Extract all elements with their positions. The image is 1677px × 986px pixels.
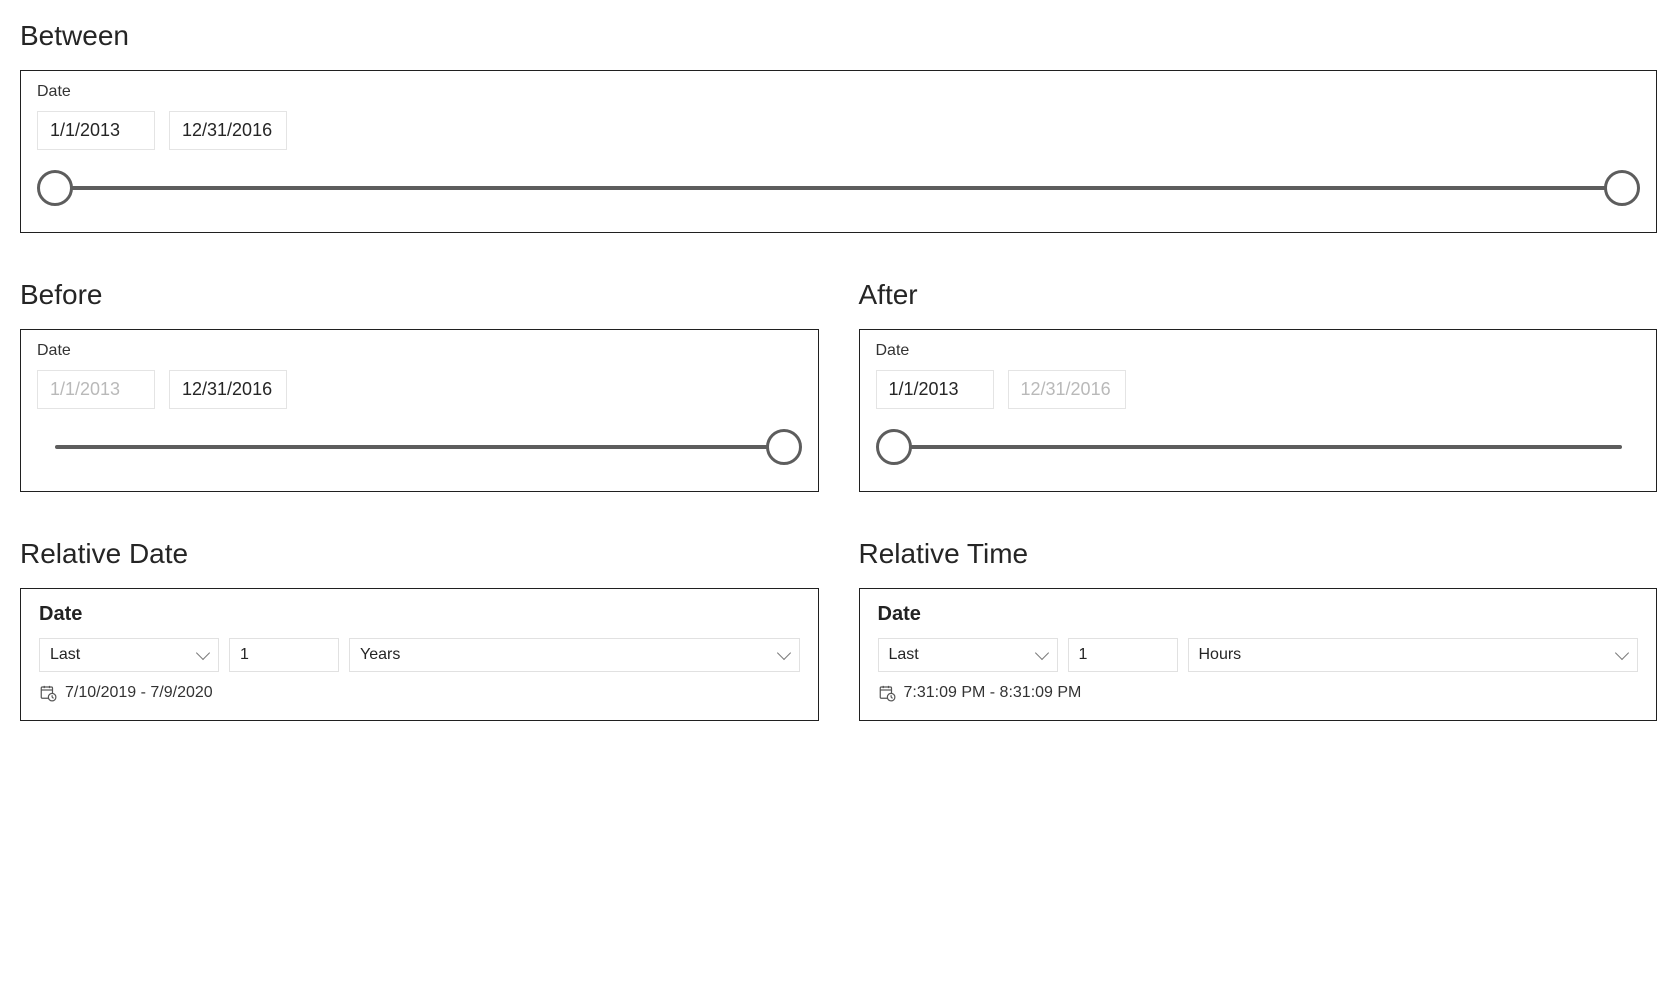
relative-date-range-text: 7/10/2019 - 7/9/2020	[65, 684, 213, 702]
between-date-inputs: 1/1/2013 12/31/2016	[37, 111, 1640, 150]
relative-date-field-label: Date	[39, 603, 800, 626]
between-end-input[interactable]: 12/31/2016	[169, 111, 287, 150]
after-end-input: 12/31/2016	[1008, 370, 1126, 409]
relative-date-unit-dropdown[interactable]: Years	[349, 638, 800, 672]
relative-date-title: Relative Date	[20, 538, 819, 570]
relative-date-count-input[interactable]: 1	[229, 638, 339, 672]
relative-time-direction-dropdown[interactable]: Last	[878, 638, 1058, 672]
between-slider-handle-end[interactable]	[1604, 170, 1640, 206]
before-date-inputs: 1/1/2013 12/31/2016	[37, 370, 802, 409]
after-title: After	[859, 279, 1658, 311]
between-slider-handle-start[interactable]	[37, 170, 73, 206]
calendar-clock-icon	[878, 684, 896, 702]
relative-date-unit-value: Years	[360, 646, 400, 664]
before-slider-track	[55, 445, 784, 449]
relative-date-status: 7/10/2019 - 7/9/2020	[39, 684, 800, 702]
relative-time-count-input[interactable]: 1	[1068, 638, 1178, 672]
before-field-label: Date	[37, 342, 802, 360]
chevron-down-icon	[1615, 646, 1629, 660]
relative-time-panel: Date Last 1 Hours	[859, 588, 1658, 721]
before-start-input: 1/1/2013	[37, 370, 155, 409]
after-slider-handle[interactable]	[876, 429, 912, 465]
relative-time-title: Relative Time	[859, 538, 1658, 570]
before-slider-handle[interactable]	[766, 429, 802, 465]
relative-time-range-text: 7:31:09 PM - 8:31:09 PM	[904, 684, 1082, 702]
between-title: Between	[20, 20, 1657, 52]
before-title: Before	[20, 279, 819, 311]
relative-time-unit-dropdown[interactable]: Hours	[1188, 638, 1639, 672]
between-slider-track	[55, 186, 1622, 190]
between-start-input[interactable]: 1/1/2013	[37, 111, 155, 150]
after-field-label: Date	[876, 342, 1641, 360]
relative-time-field-label: Date	[878, 603, 1639, 626]
after-slider[interactable]	[876, 427, 1641, 467]
relative-date-panel: Date Last 1 Years	[20, 588, 819, 721]
chevron-down-icon	[776, 646, 790, 660]
between-field-label: Date	[37, 83, 1640, 101]
relative-time-status: 7:31:09 PM - 8:31:09 PM	[878, 684, 1639, 702]
relative-time-unit-value: Hours	[1199, 646, 1242, 664]
after-slider-track	[894, 445, 1623, 449]
after-start-input[interactable]: 1/1/2013	[876, 370, 994, 409]
relative-date-direction-dropdown[interactable]: Last	[39, 638, 219, 672]
chevron-down-icon	[1034, 646, 1048, 660]
between-panel: Date 1/1/2013 12/31/2016	[20, 70, 1657, 233]
after-panel: Date 1/1/2013 12/31/2016	[859, 329, 1658, 492]
between-slider[interactable]	[37, 168, 1640, 208]
calendar-clock-icon	[39, 684, 57, 702]
before-slider[interactable]	[37, 427, 802, 467]
before-end-input[interactable]: 12/31/2016	[169, 370, 287, 409]
relative-time-direction-value: Last	[889, 646, 919, 664]
chevron-down-icon	[196, 646, 210, 660]
relative-date-direction-value: Last	[50, 646, 80, 664]
before-panel: Date 1/1/2013 12/31/2016	[20, 329, 819, 492]
after-date-inputs: 1/1/2013 12/31/2016	[876, 370, 1641, 409]
relative-time-controls: Last 1 Hours	[878, 638, 1639, 672]
relative-date-controls: Last 1 Years	[39, 638, 800, 672]
